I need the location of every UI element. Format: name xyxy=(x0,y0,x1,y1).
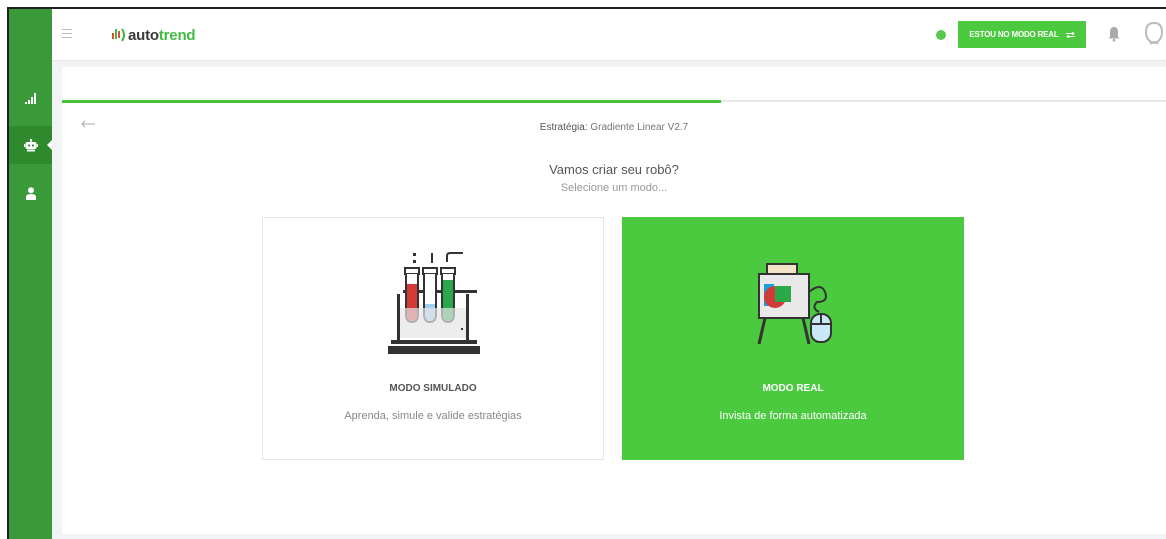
avatar[interactable] xyxy=(1145,22,1163,46)
sidebar-item-robots[interactable] xyxy=(9,126,53,164)
app-root: autotrend ESTOU NO MODO REAL Estratégia:… xyxy=(0,0,1166,539)
logo-mark-icon xyxy=(112,28,125,42)
strategy-info: Estratégia: Gradiente Linear V2.7 xyxy=(62,122,1166,133)
bar-chart-icon xyxy=(24,93,36,104)
sidebar-item-profile[interactable] xyxy=(9,174,52,212)
wizard-progress xyxy=(62,100,721,103)
swap-icon xyxy=(1065,31,1075,38)
easel-presentation-icon xyxy=(757,263,832,345)
sidebar xyxy=(9,9,53,539)
real-mode-button[interactable]: ESTOU NO MODO REAL xyxy=(958,21,1086,48)
menu-icon[interactable] xyxy=(62,29,72,38)
main-card xyxy=(62,67,1166,534)
test-tubes-icon xyxy=(388,252,480,354)
logo-suffix: trend xyxy=(158,26,196,44)
bell-icon[interactable] xyxy=(1108,26,1120,42)
logo-prefix: auto xyxy=(128,26,159,44)
mode-description: Invista de forma automatizada xyxy=(719,410,867,422)
sidebar-item-stats[interactable] xyxy=(9,79,52,117)
status-dot xyxy=(936,30,946,40)
topbar: autotrend ESTOU NO MODO REAL xyxy=(52,9,1166,61)
page-subtitle: Selecione um modo... xyxy=(560,182,668,194)
strategy-label: Estratégia: xyxy=(539,122,588,133)
page-title: Vamos criar seu robô? xyxy=(549,162,679,177)
mode-description: Aprenda, simule e valide estratégias xyxy=(344,410,522,422)
robot-icon xyxy=(23,138,38,151)
strategy-value: Gradiente Linear V2.7 xyxy=(590,122,689,133)
user-icon xyxy=(25,186,36,200)
mode-title: MODO REAL xyxy=(762,383,824,394)
mode-card-real[interactable]: MODO REAL Invista de forma automatizada xyxy=(622,217,964,460)
logo[interactable]: autotrend xyxy=(110,23,196,47)
mode-card-simulado[interactable]: MODO SIMULADO Aprenda, simule e valide e… xyxy=(262,217,604,460)
mode-button-label: ESTOU NO MODO REAL xyxy=(969,30,1059,39)
mode-title: MODO SIMULADO xyxy=(389,383,477,394)
